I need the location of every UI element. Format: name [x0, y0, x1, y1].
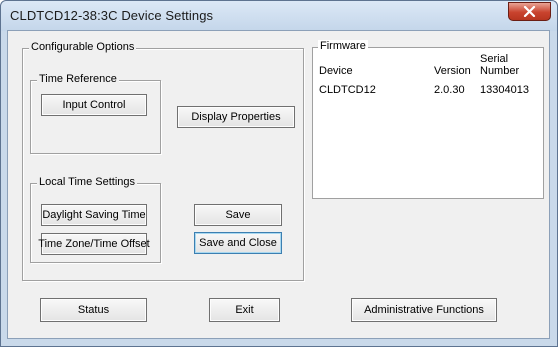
firmware-serial-value: 13304013	[480, 84, 529, 96]
exit-button[interactable]: Exit	[209, 298, 280, 322]
close-button[interactable]	[508, 2, 551, 21]
firmware-column-serial-line1: Serial	[480, 53, 509, 65]
input-control-button[interactable]: Input Control	[41, 94, 147, 116]
time-reference-legend: Time Reference	[37, 73, 119, 85]
save-and-close-button[interactable]: Save and Close	[194, 232, 282, 254]
title-bar[interactable]: CLDTCD12-38:3C Device Settings	[1, 1, 557, 31]
firmware-version-value: 2.0.30	[434, 84, 465, 96]
firmware-legend: Firmware	[318, 40, 368, 52]
time-reference-group: Time Reference	[30, 73, 161, 154]
local-time-settings-legend: Local Time Settings	[37, 176, 137, 188]
display-properties-button[interactable]: Display Properties	[177, 106, 295, 128]
close-icon	[523, 6, 536, 17]
configurable-options-legend: Configurable Options	[29, 41, 137, 53]
firmware-column-version: Version	[434, 65, 471, 77]
firmware-column-device: Device	[319, 65, 353, 77]
status-button[interactable]: Status	[40, 298, 147, 322]
time-zone-offset-button[interactable]: Time Zone/Time Offset	[38, 233, 150, 255]
administrative-functions-button[interactable]: Administrative Functions	[351, 298, 497, 322]
window-title: CLDTCD12-38:3C Device Settings	[10, 8, 214, 23]
daylight-saving-time-button[interactable]: Daylight Saving Time	[41, 204, 147, 226]
firmware-column-serial-line2: Number	[480, 65, 520, 77]
save-button[interactable]: Save	[194, 204, 282, 226]
firmware-device-value: CLDTCD12	[319, 84, 376, 96]
